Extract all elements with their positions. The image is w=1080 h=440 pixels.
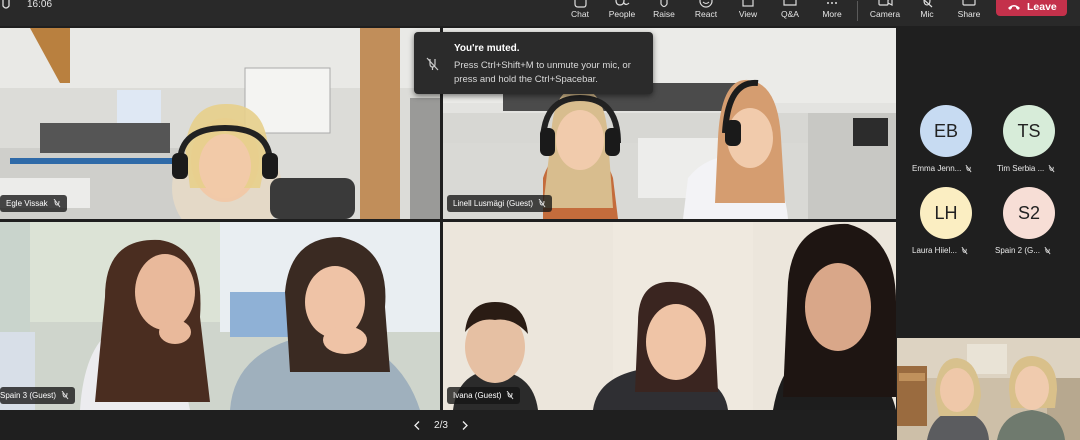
avatar-initials: TS [1017,121,1041,141]
mic-off-icon [965,164,972,172]
qa-button[interactable]: Q&A [767,0,813,26]
muted-message: Press Ctrl+Shift+M to unmute your mic, o… [454,60,631,85]
clock-time: 16:06 [27,0,53,10]
camera-button[interactable]: Camera [862,0,908,26]
participant-label: Spain 2 (G... [995,246,1051,255]
participant-avatar[interactable]: EB [920,105,972,157]
mic-off-icon [923,0,933,8]
share-button[interactable]: Share [946,0,992,26]
leave-button[interactable]: Leave [996,0,1067,16]
participant-avatar[interactable]: LH [920,187,972,239]
self-view-tile[interactable] [897,338,1080,440]
people-label: People [608,9,636,19]
raise-label: Raise [653,9,675,19]
toolbar-divider [857,1,858,21]
participant-name: Laura Hiiel... [912,246,957,255]
camera-icon [878,0,893,6]
participant-avatar[interactable]: TS [1003,105,1055,157]
view-button[interactable]: View [725,0,771,26]
participant-name: Spain 2 (G... [995,246,1040,255]
video-tile-4[interactable]: Ivana (Guest) [443,222,896,410]
mic-off-icon [961,246,968,254]
react-icon [699,0,713,8]
video-tile-1[interactable]: Egle Vissak [0,28,440,219]
more-label: More [822,9,842,19]
react-button[interactable]: React [683,0,729,26]
participant-name: Linell Lusmägi (Guest) [453,199,534,208]
mic-off-icon [61,391,69,400]
mic-label: Mic [920,9,934,19]
mic-off-icon [53,199,61,208]
video-feed-students [0,222,440,410]
participant-name: Egle Vissak [6,199,48,208]
mic-off-icon [426,57,439,71]
camera-label: Camera [869,9,901,19]
chat-label: Chat [571,9,589,19]
video-tile-3[interactable]: Spain 3 (Guest) [0,222,440,410]
chevron-left-icon[interactable] [414,420,420,430]
chat-icon [574,0,587,8]
qa-label: Q&A [781,9,799,19]
more-button[interactable]: More [809,0,855,26]
qa-icon [783,0,797,6]
chevron-right-icon[interactable] [462,420,468,430]
share-label: Share [957,9,981,19]
muted-title: You're muted. [454,43,520,54]
video-feed-self [897,338,1080,440]
participant-nametag: Egle Vissak [0,195,67,212]
participant-name: Spain 3 (Guest) [0,391,57,400]
avatar-initials: EB [933,121,958,141]
meeting-toolbar: 16:06 Chat People Raise React View Q&A M… [0,0,1080,26]
mic-button[interactable]: Mic [904,0,950,26]
hang-up-icon [1008,5,1020,10]
muted-notification: You're muted. Press Ctrl+Shift+M to unmu… [414,32,653,94]
mic-off-icon [1044,246,1051,254]
react-label: React [694,9,718,19]
participant-nametag: Linell Lusmägi (Guest) [447,195,553,212]
participant-name: Tim Serbia ... [997,164,1045,173]
shield-icon [2,0,10,9]
participant-name: Emma Jenn... [912,164,962,173]
view-label: View [738,9,758,19]
leave-label: Leave [1027,1,1057,13]
chat-button[interactable]: Chat [557,0,603,26]
video-feed-classroom [0,28,440,219]
gallery-pager: 2/3 [414,418,468,432]
participant-label: Laura Hiiel... [912,246,968,255]
avatar-initials: S2 [1017,203,1041,223]
avatar-initials: LH [934,203,958,223]
more-icon [827,2,837,4]
people-icon [615,0,630,6]
raise-hand-icon [660,0,668,8]
video-feed-students [443,222,896,410]
participant-name: Ivana (Guest) [453,391,502,400]
page-indicator: 2/3 [434,419,448,431]
people-button[interactable]: People [599,0,645,26]
view-icon [742,0,754,7]
participant-label: Tim Serbia ... [997,164,1055,173]
participant-nametag: Spain 3 (Guest) [0,387,76,404]
mic-off-icon [1048,164,1055,172]
mic-off-icon [507,391,514,400]
participant-avatar[interactable]: S2 [1003,187,1055,239]
participant-nametag: Ivana (Guest) [447,387,521,404]
mic-off-icon [538,199,546,208]
raise-hand-button[interactable]: Raise [641,0,687,26]
participant-label: Emma Jenn... [912,164,972,173]
share-icon [962,0,976,6]
